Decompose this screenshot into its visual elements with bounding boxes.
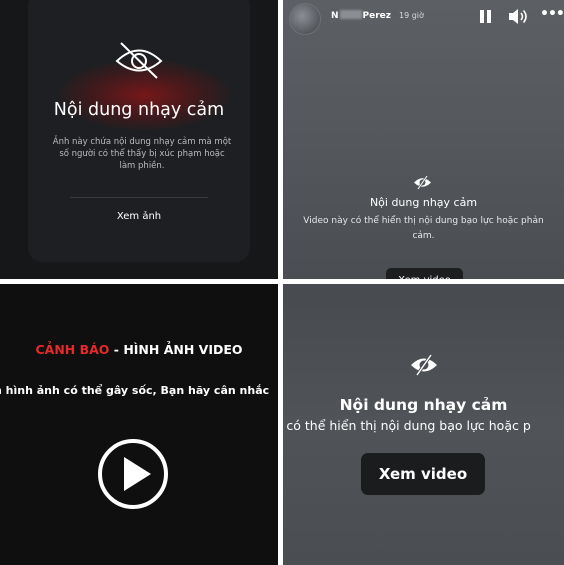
username[interactable]: N Perez: [331, 10, 391, 21]
warning-heading: CẢNH BÁO - HÌNH ẢNH VIDEO: [0, 342, 278, 357]
blurred-name: [339, 10, 362, 19]
view-video-button[interactable]: Xem video: [386, 268, 463, 279]
warning-title: Nội dung nhạy cảm: [369, 196, 478, 209]
story-video-panel: N Perez 19 giờ ••• Nội dung nhạy cảm Vide…: [283, 0, 564, 279]
warning-label: CẢNH BÁO: [35, 342, 110, 357]
warning-subtitle: n hình ảnh có thể gây sốc, Bạn hãy cân n…: [0, 384, 270, 397]
graphic-warning-panel: CẢNH BÁO - HÌNH ẢNH VIDEO n hình ảnh có …: [0, 284, 278, 565]
volume-icon[interactable]: [507, 7, 529, 26]
eye-slash-icon: [414, 175, 431, 190]
view-video-button[interactable]: Xem video: [361, 453, 485, 495]
eye-slash-icon: [115, 42, 163, 79]
avatar[interactable]: [289, 3, 321, 35]
eye-slash-icon: [411, 354, 437, 376]
warning-description: Video này có thể hiển thị nội dung bạo l…: [303, 216, 544, 241]
sensitive-image-panel: Nội dung nhạy cảm Ảnh này chứa nội dung …: [0, 0, 278, 279]
sensitive-video-panel: Nội dung nhạy cảm y có thể hiển thị nội …: [283, 284, 564, 565]
divider: [70, 197, 208, 198]
username-last: Perez: [362, 11, 392, 21]
view-image-button[interactable]: Xem ảnh: [95, 211, 183, 222]
warning-title: Nội dung nhạy cảm: [339, 396, 508, 414]
username-first: N: [331, 11, 339, 21]
play-icon[interactable]: [96, 437, 170, 511]
warning-description: y có thể hiển thị nội dung bạo lực hoặc …: [283, 418, 531, 433]
warning-title: Nội dung nhạy cảm: [53, 100, 225, 120]
more-icon[interactable]: •••: [540, 6, 564, 22]
pause-icon[interactable]: [480, 10, 492, 23]
warning-subject: - HÌNH ẢNH VIDEO: [109, 342, 243, 357]
warning-description: Ảnh này chứa nội dung nhạy cảm mà một số…: [52, 137, 232, 171]
timestamp: 19 giờ: [399, 11, 424, 20]
